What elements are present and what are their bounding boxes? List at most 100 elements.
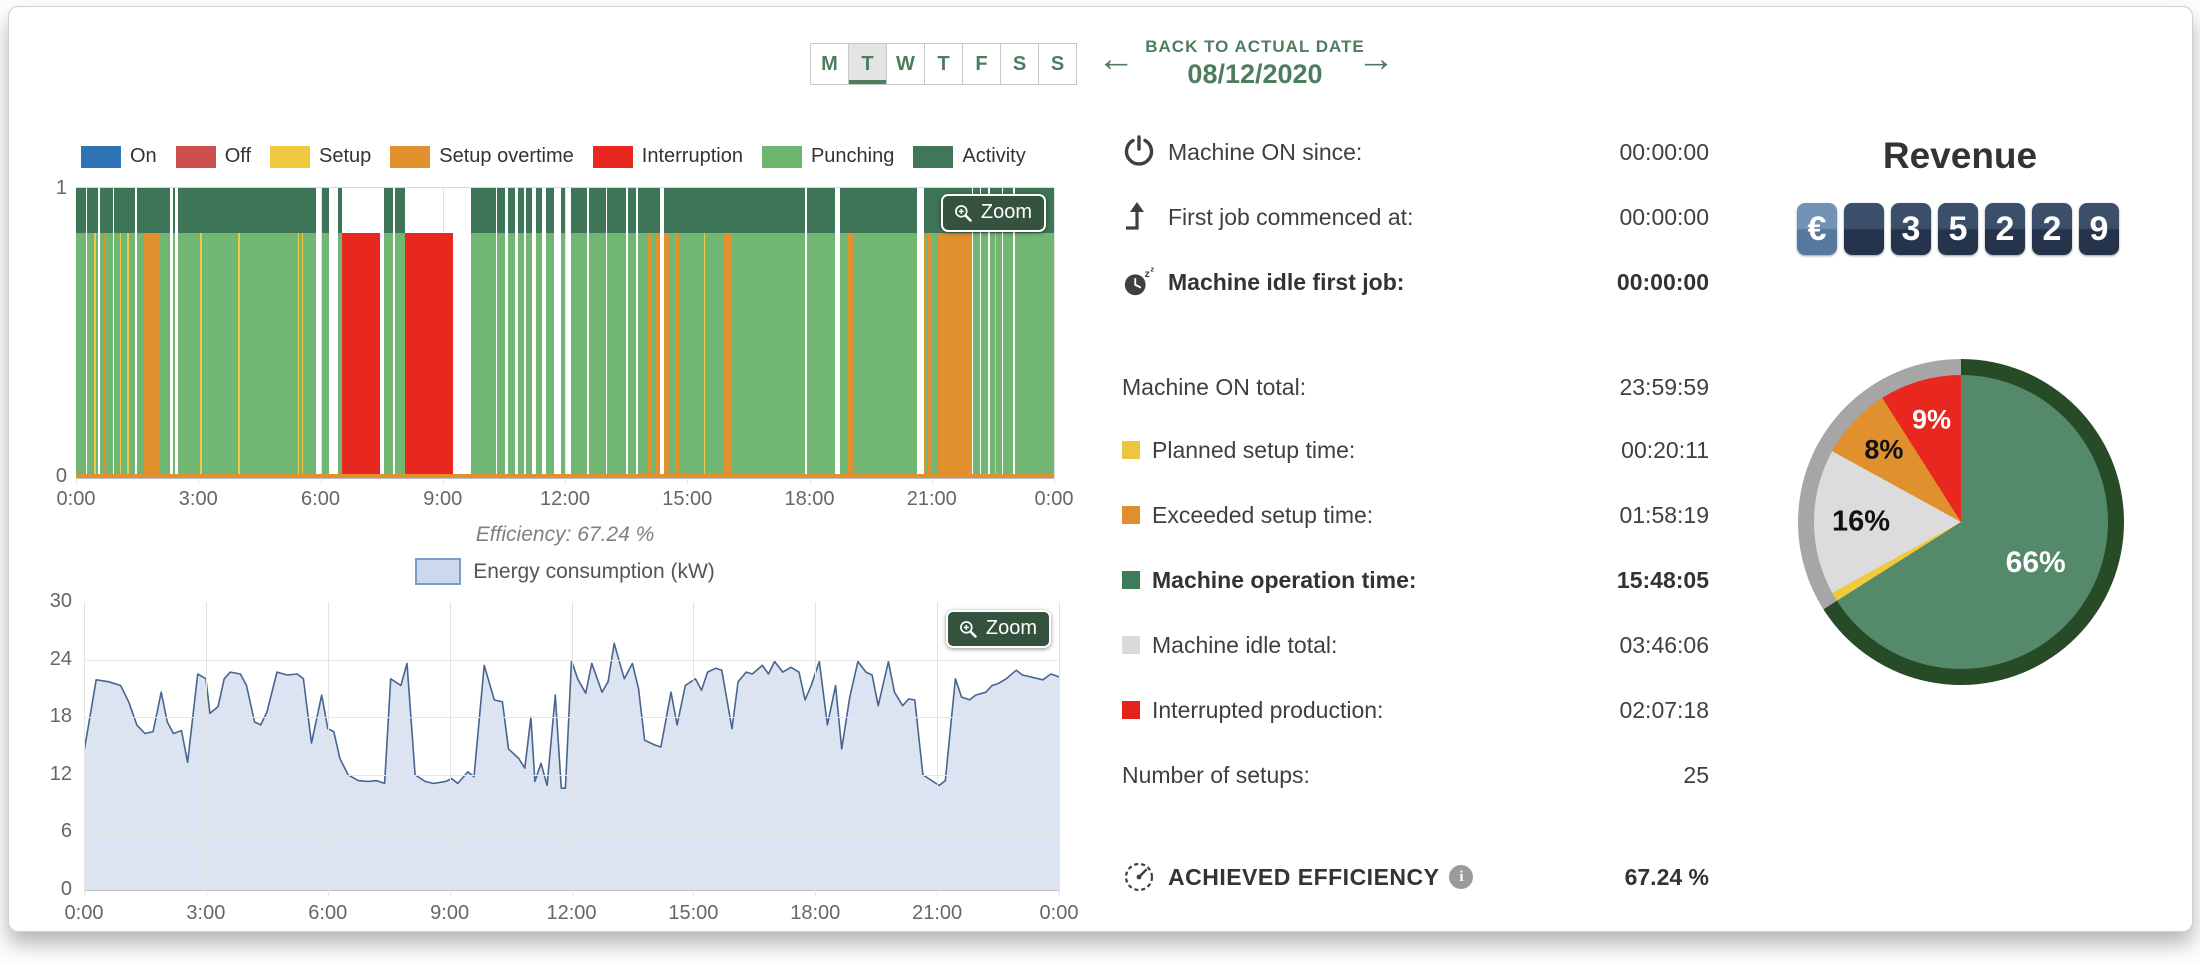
stat-color-swatch xyxy=(1122,571,1140,589)
timeline-chart[interactable]: Zoom xyxy=(76,187,1054,479)
timeline-segment-p xyxy=(840,233,848,478)
x-tick-label: 15:00 xyxy=(668,902,718,925)
stat-row-8: Interrupted production:02:07:18 xyxy=(1122,691,1709,729)
stat-label: Number of setups: xyxy=(1122,762,1310,789)
revenue-odometer: €35229 xyxy=(1797,203,2119,255)
stat-label: Machine ON since: xyxy=(1168,139,1362,166)
timeline-segment-p xyxy=(384,233,393,478)
stat-row-1: First job commenced at: 00:00:00 xyxy=(1122,198,1709,236)
activity-segment xyxy=(732,188,805,233)
weekday-0[interactable]: M xyxy=(810,43,849,85)
weekday-5[interactable]: S xyxy=(1000,43,1039,85)
x-tick-label: 9:00 xyxy=(423,488,462,511)
weekday-1[interactable]: T xyxy=(848,43,887,85)
activity-segment xyxy=(395,188,405,233)
stat-value: 00:00:00 xyxy=(1617,269,1709,296)
timeline-segment-p xyxy=(705,233,724,478)
legend-item-activity: Activity xyxy=(913,145,1025,168)
timeline-segment-p xyxy=(178,233,200,478)
activity-segment xyxy=(137,188,144,233)
activity-segment xyxy=(628,188,636,233)
weekday-2[interactable]: W xyxy=(886,43,925,85)
stat-label: ACHIEVED EFFICIENCY xyxy=(1168,864,1439,891)
timeline-segment-p xyxy=(1015,233,1054,478)
revenue-digit-2: 5 xyxy=(1938,203,1978,255)
stat-value: 00:00:00 xyxy=(1619,204,1709,231)
energy-legend-swatch xyxy=(415,558,461,585)
stat-value: 15:48:05 xyxy=(1617,567,1709,594)
x-tick-label: 21:00 xyxy=(907,488,957,511)
stat-label: Planned setup time: xyxy=(1152,437,1355,464)
timeline-segment-p xyxy=(518,233,525,478)
timeline-segment-p xyxy=(497,233,505,478)
activity-segment xyxy=(724,188,732,233)
timeline-segment-p xyxy=(628,233,636,478)
timeline-segment-p xyxy=(589,233,606,478)
energy-legend: Energy consumption (kW) xyxy=(76,558,1054,585)
weekday-3[interactable]: T xyxy=(924,43,963,85)
dashboard-card: MTWTFSS ← BACK TO ACTUAL DATE 08/12/2020… xyxy=(8,6,2193,932)
activity-segment xyxy=(518,188,525,233)
activity-segment xyxy=(76,188,86,233)
gauge-icon xyxy=(1122,859,1158,895)
timeline-segment-p xyxy=(240,233,298,478)
timeline-segment-p xyxy=(129,233,135,478)
pie-slice-label: 16% xyxy=(1832,506,1890,539)
activity-segment xyxy=(807,188,835,233)
weekday-4[interactable]: F xyxy=(962,43,1001,85)
timeline-segment-p xyxy=(137,233,144,478)
stat-label: Machine idle first job: xyxy=(1168,269,1404,296)
revenue-digit-1: 3 xyxy=(1891,203,1931,255)
previous-day-arrow-icon[interactable]: ← xyxy=(1097,39,1135,79)
timeline-segment-p xyxy=(303,233,316,478)
legend-swatch xyxy=(593,146,633,168)
legend-item-off: Off xyxy=(176,145,251,168)
x-tick-label: 0:00 xyxy=(1040,902,1079,925)
weekday-6[interactable]: S xyxy=(1038,43,1077,85)
timeline-segment-p xyxy=(981,233,988,478)
info-icon[interactable]: i xyxy=(1449,865,1473,889)
timeline-segment-o xyxy=(144,233,160,478)
energy-x-axis: 0:003:006:009:0012:0015:0018:0021:000:00 xyxy=(84,902,1059,926)
stat-label: Exceeded setup time: xyxy=(1152,502,1373,529)
timeline-segment-p xyxy=(607,233,626,478)
activity-segment xyxy=(526,188,532,233)
back-to-actual-date-label[interactable]: BACK TO ACTUAL DATE xyxy=(1137,37,1373,57)
pie-slice-label: 66% xyxy=(2006,546,2066,580)
activity-segment xyxy=(679,188,703,233)
activity-segment xyxy=(96,188,98,233)
next-day-arrow-icon[interactable]: → xyxy=(1357,39,1395,79)
timeline-segment-o xyxy=(938,233,973,478)
stat-value: 01:58:19 xyxy=(1619,502,1709,529)
x-tick-label: 3:00 xyxy=(186,902,225,925)
energy-zoom-button[interactable]: Zoom xyxy=(946,610,1051,648)
stat-row-7: Machine idle total:03:46:06 xyxy=(1122,626,1709,664)
date-navigator[interactable]: BACK TO ACTUAL DATE 08/12/2020 xyxy=(1137,37,1373,90)
activity-segment xyxy=(173,188,175,233)
activity-segment xyxy=(638,188,649,233)
svg-text:z: z xyxy=(1145,269,1150,280)
energy-chart[interactable]: Zoom xyxy=(84,602,1059,891)
timeline-zoom-button[interactable]: Zoom xyxy=(941,194,1046,232)
activity-segment xyxy=(178,188,200,233)
timeline-segment-p xyxy=(1003,233,1013,478)
stat-color-swatch xyxy=(1122,441,1140,459)
activity-segment xyxy=(508,188,515,233)
activity-segment xyxy=(87,188,94,233)
stat-value: 00:20:11 xyxy=(1621,437,1709,464)
activity-segment xyxy=(303,188,316,233)
activity-segment xyxy=(384,188,393,233)
activity-segment xyxy=(160,188,170,233)
stat-row-10: ACHIEVED EFFICIENCY i 67.24 % xyxy=(1122,858,1709,896)
stat-value: 67.24 % xyxy=(1625,864,1709,891)
svg-text:z: z xyxy=(1150,265,1154,274)
revenue-digit-0 xyxy=(1844,203,1884,255)
timeline-segment-p xyxy=(322,233,329,478)
stat-label: First job commenced at: xyxy=(1168,204,1413,231)
activity-segment xyxy=(571,188,587,233)
weekday-selector: MTWTFSS xyxy=(810,43,1077,85)
x-tick-label: 3:00 xyxy=(179,488,218,511)
energy-y-tick: 12 xyxy=(42,763,72,786)
legend-swatch xyxy=(270,146,310,168)
activity-segment xyxy=(129,188,135,233)
